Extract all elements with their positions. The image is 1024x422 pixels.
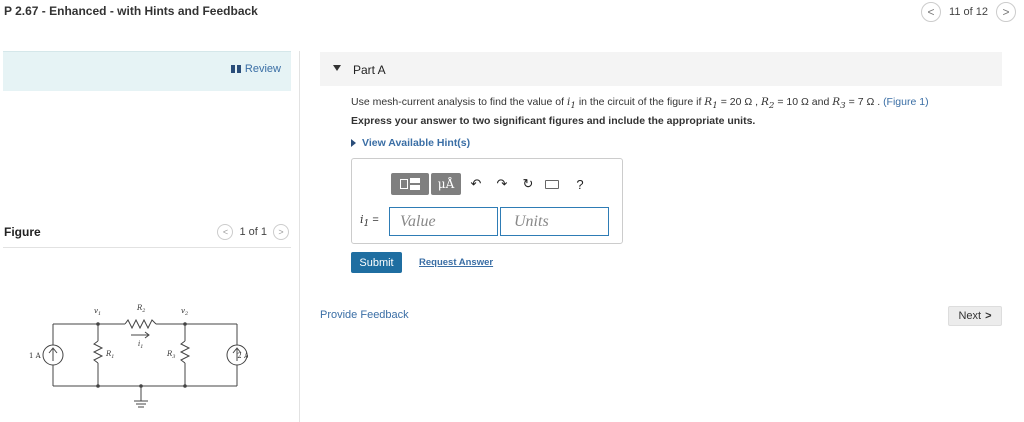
chevron-left-icon: <: [222, 227, 229, 237]
next-problem-button[interactable]: >: [996, 2, 1016, 22]
figure-counter: 1 of 1: [239, 226, 267, 238]
node-bottom-mid: [139, 384, 143, 388]
figure-heading: Figure: [4, 225, 41, 239]
problem-counter: 11 of 12: [949, 6, 988, 18]
circuit-diagram: v1 v2 R2 i1 R1 R3 1 A 2 A: [29, 304, 248, 408]
label-v2: v2: [181, 307, 188, 317]
next-label: Next: [958, 310, 982, 322]
review-bar: Review: [3, 51, 291, 91]
figure-link[interactable]: (Figure 1): [883, 96, 929, 108]
keyboard-icon[interactable]: [545, 179, 559, 189]
caret-right-icon: [351, 139, 356, 147]
chevron-right-icon: >: [1002, 5, 1010, 19]
review-link[interactable]: Review: [230, 63, 281, 75]
next-button[interactable]: Next >: [948, 306, 1002, 326]
problem-pager: < 11 of 12 >: [921, 2, 1016, 22]
undo-icon[interactable]: ↶: [465, 173, 487, 195]
units-input[interactable]: [500, 207, 609, 236]
hints-label: View Available Hint(s): [362, 137, 471, 149]
request-answer-link[interactable]: Request Answer: [419, 257, 493, 268]
node-bottom-left: [96, 384, 100, 388]
help-button[interactable]: ?: [569, 173, 591, 195]
redo-icon[interactable]: ↷: [491, 173, 513, 195]
label-r3: R3: [166, 350, 175, 360]
review-label: Review: [244, 63, 281, 75]
part-a-title: Part A: [353, 63, 386, 77]
label-source-left: 1 A: [29, 352, 42, 360]
chevron-right-icon: >: [278, 227, 284, 237]
reset-icon[interactable]: ↻: [517, 173, 539, 195]
left-panel: Review Figure < 1 of 1 > v1 v2 R2 i1 R1 …: [0, 51, 300, 422]
label-source-right: 2 A: [237, 352, 248, 360]
label-v1: v1: [94, 307, 101, 317]
previous-figure-button[interactable]: <: [217, 224, 234, 240]
previous-problem-button[interactable]: <: [921, 2, 942, 22]
units-button[interactable]: μÅ: [431, 173, 461, 195]
answer-box: μÅ ↶ ↷ ↻ ? i1 =: [351, 158, 623, 244]
instruction-text: Express your answer to two significant f…: [351, 115, 756, 127]
node-bottom-right: [183, 384, 187, 388]
template-button[interactable]: [391, 173, 429, 195]
math-toolbar: μÅ ↶ ↷ ↻ ?: [391, 173, 591, 195]
next-figure-button[interactable]: >: [273, 224, 289, 240]
label-i1: i1: [138, 340, 143, 350]
value-input[interactable]: [389, 207, 498, 236]
page-title: P 2.67 - Enhanced - with Hints and Feedb…: [4, 4, 258, 18]
node-v1: [96, 322, 100, 326]
chevron-left-icon: <: [927, 5, 935, 19]
provide-feedback-link[interactable]: Provide Feedback: [320, 309, 409, 321]
view-hints-link[interactable]: View Available Hint(s): [351, 137, 470, 149]
figure-pager: < 1 of 1 >: [217, 224, 289, 240]
node-v2: [183, 322, 187, 326]
answer-label: i1 =: [360, 213, 379, 230]
label-r1: R1: [105, 350, 114, 360]
part-a-header[interactable]: Part A: [320, 52, 1002, 86]
template-icon: [400, 179, 408, 189]
submit-button[interactable]: Submit: [351, 252, 402, 273]
figure-divider: [3, 247, 291, 248]
chevron-right-icon: >: [985, 310, 992, 322]
book-icon: [230, 65, 241, 73]
question-text: Use mesh-current analysis to find the va…: [351, 96, 929, 112]
label-r2: R2: [136, 304, 145, 314]
caret-down-icon: [333, 65, 341, 71]
